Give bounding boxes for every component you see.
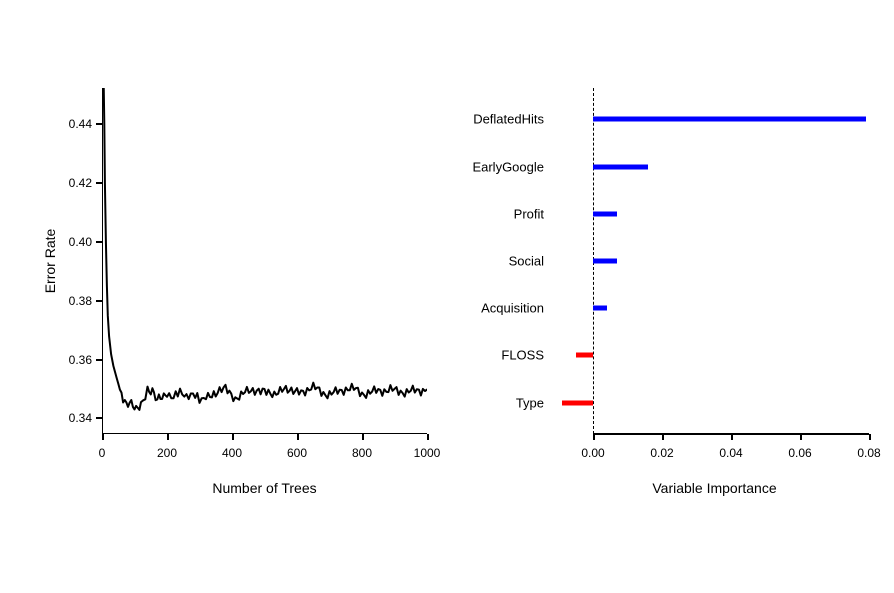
x-tick-label: 800: [352, 446, 372, 460]
x-tick: [800, 434, 802, 440]
importance-bar: [593, 212, 617, 217]
x-tick-label: 0.08: [857, 446, 880, 460]
y-tick-label: 0.44: [52, 117, 92, 131]
x-tick-label: 0.06: [788, 446, 811, 460]
x-tick-label: 0.02: [650, 446, 673, 460]
y-tick-label: 0.42: [52, 176, 92, 190]
importance-bar: [593, 259, 617, 264]
figure-root: Error Rate Number of Trees 0.34 0.36 0.3…: [0, 0, 894, 593]
y-tick-label: 0.40: [52, 235, 92, 249]
x-tick: [662, 434, 664, 440]
x-tick-label: 0.00: [581, 446, 604, 460]
category-label: Social: [509, 254, 544, 269]
y-axis-label-left: Error Rate: [42, 88, 58, 434]
x-axis-label-left: Number of Trees: [102, 480, 427, 496]
x-tick: [869, 434, 871, 440]
x-tick-label: 400: [222, 446, 242, 460]
x-tick: [593, 434, 595, 440]
x-tick: [427, 434, 429, 440]
x-tick-label: 600: [287, 446, 307, 460]
importance-bar: [593, 117, 866, 122]
x-tick: [232, 434, 234, 440]
error-rate-line: [102, 88, 427, 434]
importance-bar: [562, 401, 593, 406]
x-tick-label: 200: [157, 446, 177, 460]
category-label: Type: [516, 396, 544, 411]
x-tick-label: 1000: [414, 446, 441, 460]
x-tick-label: 0.04: [719, 446, 742, 460]
x-axis-label-right: Variable Importance: [552, 480, 877, 496]
importance-bar: [576, 353, 593, 358]
category-label: DeflatedHits: [473, 112, 544, 127]
category-label: Acquisition: [481, 301, 544, 316]
importance-bar: [593, 165, 648, 170]
x-tick: [102, 434, 104, 440]
importance-bar: [593, 306, 607, 311]
y-tick-label: 0.36: [52, 353, 92, 367]
x-tick: [297, 434, 299, 440]
y-tick-label: 0.34: [52, 411, 92, 425]
x-tick: [167, 434, 169, 440]
category-label: EarlyGoogle: [472, 160, 544, 175]
y-tick-label: 0.38: [52, 294, 92, 308]
category-label: Profit: [514, 207, 544, 222]
category-label: FLOSS: [501, 348, 544, 363]
x-tick: [362, 434, 364, 440]
x-tick-label: 0: [99, 446, 106, 460]
x-tick: [731, 434, 733, 440]
